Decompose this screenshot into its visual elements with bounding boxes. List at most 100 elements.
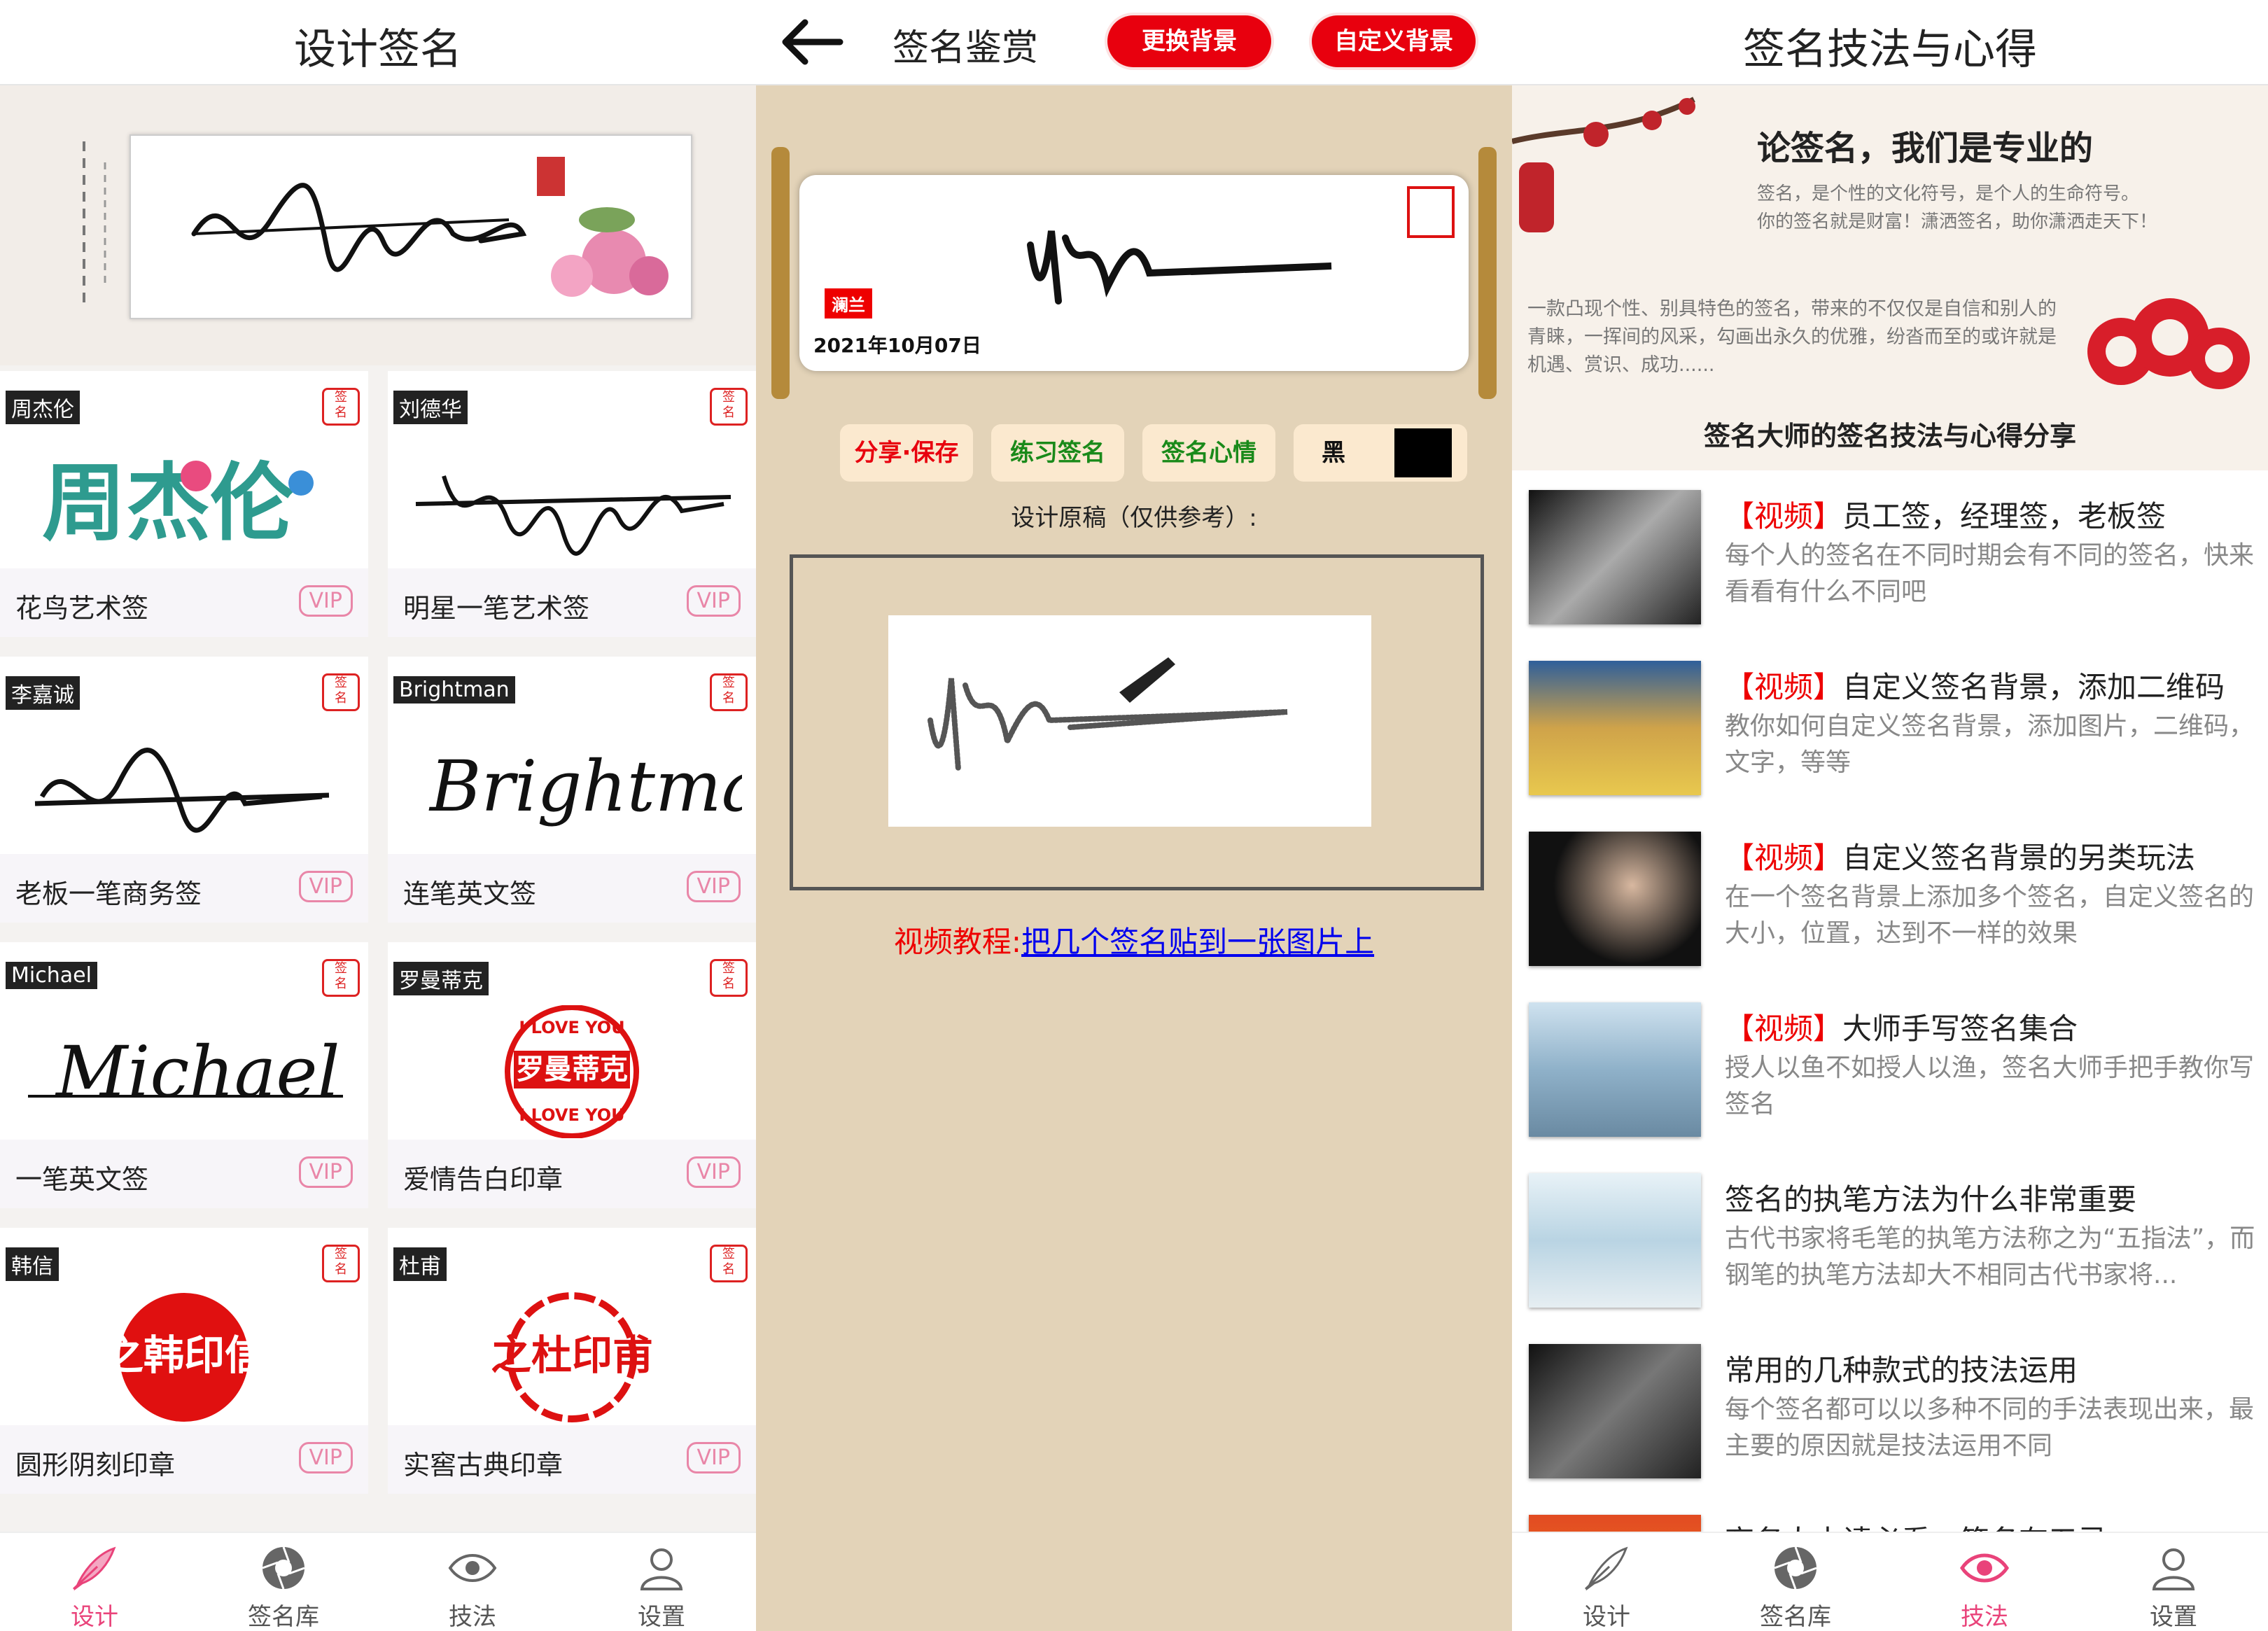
tab-design[interactable]: 设计 <box>1512 1533 1701 1631</box>
template-card[interactable]: 李嘉诚 签名 老板一笔商务签 VIP <box>0 657 368 923</box>
top-bar: 签名鉴赏 更换背景 自定义背景 <box>756 0 1512 85</box>
vip-badge: VIP <box>298 871 353 902</box>
tab-library[interactable]: 签名库 <box>1701 1533 1890 1631</box>
hero-title: 论签名，我们是专业的 <box>1757 129 2094 168</box>
tutorial-prefix: 视频教程: <box>893 925 1022 959</box>
card-footer: 连笔英文签 VIP <box>388 854 756 923</box>
tab-design[interactable]: 设计 <box>0 1533 189 1631</box>
card-artwork: 周杰伦 <box>42 454 314 552</box>
card-artwork <box>415 475 732 556</box>
tab-library[interactable]: 签名库 <box>189 1533 378 1631</box>
change-background-button[interactable]: 更换背景 <box>1107 15 1271 67</box>
art-text: 之韩印信 <box>103 1331 265 1379</box>
article-item[interactable]: 签名的执笔方法为什么非常重要 古代书家将毛笔的执笔方法称之为“五指法”，而钢笔的… <box>1512 1156 2268 1329</box>
custom-background-button[interactable]: 自定义背景 <box>1312 15 1476 67</box>
tab-label: 签名库 <box>248 1603 319 1631</box>
section-title: 签名大师的签名技法与心得分享 <box>1703 421 2076 451</box>
tab-label: 设计 <box>1583 1603 1630 1631</box>
article-item[interactable]: 【视频】自定义签名背景的另类玩法 在一个签名背景上添加多个签名，自定义签名的大小… <box>1512 815 2268 987</box>
color-select-button[interactable]: 黑 <box>1294 424 1467 482</box>
vip-badge: VIP <box>686 1156 741 1188</box>
name-tag: 澜兰 <box>825 288 872 318</box>
art-text: 之杜印甫 <box>491 1331 653 1379</box>
draft-label: 设计原稿（仅供参考）: <box>1011 504 1257 532</box>
aperture-icon <box>262 1546 305 1590</box>
vip-badge: VIP <box>298 1156 353 1188</box>
card-footer: 花鸟艺术签 VIP <box>0 568 368 637</box>
template-card[interactable]: Michael 签名 Michael 一笔英文签 VIP <box>0 942 368 1208</box>
tutorial-line: 视频教程:把几个签名贴到一张图片上 <box>756 918 1512 961</box>
article-item[interactable]: 【视频】员工签，经理签，老板签 每个人的签名在不同时期会有不同的签名，快来看看有… <box>1512 473 2268 645</box>
scroll-rod-left <box>771 147 790 399</box>
back-arrow-icon[interactable] <box>777 14 847 70</box>
mood-button[interactable]: 签名心情 <box>1142 424 1275 482</box>
vip-badge: VIP <box>298 585 353 617</box>
template-card[interactable]: 周杰伦 签名 周杰伦 花鸟艺术签 VIP <box>0 371 368 637</box>
calligraphy-decoration <box>83 141 106 302</box>
tab-settings[interactable]: 设置 <box>2079 1533 2268 1631</box>
card-label: 爱情告白印章 <box>403 1164 564 1195</box>
card-artwork: 之韩印信 <box>103 1293 265 1422</box>
tab-technique[interactable]: 技法 <box>378 1533 567 1631</box>
article-thumbnail <box>1529 661 1701 795</box>
card-artwork: Brightman <box>428 746 742 827</box>
template-card[interactable]: 刘德华 签名 明星一笔艺术签 VIP <box>388 371 756 637</box>
template-card[interactable]: 杜甫 签名 之杜印甫 实窖古典印章 VIP <box>388 1228 756 1494</box>
hero-subtitle: 你的签名就是财富！潇洒签名，助你潇洒走天下！ <box>1757 211 2158 232</box>
tab-settings[interactable]: 设置 <box>567 1533 756 1631</box>
pen-feather-icon <box>72 1546 116 1591</box>
art-text: I LOVE YOU <box>519 1105 624 1125</box>
design-signature-screen: 设计签名 周杰伦 签名 周杰伦 花鸟艺术签 VIP 刘德华 签 名 明星一笔艺术… <box>0 0 756 1631</box>
pen-feather-icon <box>1584 1546 1628 1591</box>
hero-subtitle: 签名，是个性的文化符号，是个人的生命符号。 <box>1757 183 2140 204</box>
tab-label: 签名库 <box>1760 1603 1831 1631</box>
article-title: 签名的执笔方法为什么非常重要 <box>1725 1182 2137 1217</box>
article-thumbnail <box>1529 832 1701 966</box>
vip-badge: VIP <box>686 871 741 902</box>
tutorial-link[interactable]: 把几个签名贴到一张图片上 <box>1021 925 1374 959</box>
bottom-tab-bar: 设计 签名库 技法 设置 <box>1512 1532 2268 1631</box>
template-card[interactable]: 罗曼蒂克 签名 I LOVE YOU 罗曼蒂克 I LOVE YOU 爱情告白印… <box>388 942 756 1208</box>
article-thumbnail <box>1529 490 1701 624</box>
user-icon <box>640 1548 683 1590</box>
eye-icon <box>1959 1553 2010 1583</box>
card-name-tag: 罗曼蒂克 <box>393 962 489 995</box>
banner[interactable] <box>0 85 756 365</box>
top-bar: 签名技法与心得 <box>1512 0 2268 85</box>
card-name-tag: 刘德华 <box>393 391 468 424</box>
article-desc: 教你如何自定义签名背景，添加图片，二维码，文字，等等 <box>1725 712 2255 777</box>
color-swatch <box>1394 428 1452 477</box>
card-footer: 爱情告白印章 VIP <box>388 1140 756 1208</box>
card-artwork <box>34 748 330 833</box>
article-title: 【视频】大师手写签名集合 <box>1725 1011 2078 1046</box>
article-item[interactable]: 常用的几种款式的技法运用 每个签名都可以以多种不同的手法表现出来，最主要的原因就… <box>1512 1327 2268 1499</box>
template-card[interactable]: Brightman 签名 Brightman 连笔英文签 VIP <box>388 657 756 923</box>
draft-frame <box>790 554 1484 890</box>
art-text: I LOVE YOU <box>519 1018 624 1037</box>
page-title: 签名鉴赏 <box>892 27 1039 69</box>
tab-technique[interactable]: 技法 <box>1890 1533 2079 1631</box>
card-artwork: 之杜印甫 <box>491 1292 653 1422</box>
article-title: 【视频】自定义签名背景的另类玩法 <box>1725 841 2196 875</box>
practice-button[interactable]: 练习签名 <box>991 424 1124 482</box>
aperture-icon <box>1774 1546 1817 1590</box>
bottom-tab-bar: 设计 签名库 技法 设置 <box>0 1532 756 1631</box>
draft-signature-artwork <box>927 657 1288 772</box>
share-save-button[interactable]: 分享·保存 <box>840 424 973 482</box>
article-title: 常用的几种款式的技法运用 <box>1725 1353 2078 1387</box>
tab-label: 设置 <box>638 1603 685 1631</box>
art-text: Michael <box>55 1031 340 1113</box>
template-card[interactable]: 韩信 签名 之韩印信 圆形阴刻印章 VIP <box>0 1228 368 1494</box>
article-desc: 在一个签名背景上添加多个签名，自定义签名的大小，位置，达到不一样的效果 <box>1725 883 2255 948</box>
article-thumbnail <box>1529 1173 1701 1308</box>
article-desc: 每个签名都可以以多种不同的手法表现出来，最主要的原因就是技法运用不同 <box>1725 1395 2255 1460</box>
seal-icon: 签名 <box>710 388 748 426</box>
scroll-rod-right <box>1478 147 1497 399</box>
article-item[interactable]: 【视频】自定义签名背景，添加二维码 教你如何自定义签名背景，添加图片，二维码，文… <box>1512 644 2268 816</box>
article-desc: 授人以鱼不如授人以渔，签名大师手把手教你写签名 <box>1725 1054 2255 1119</box>
article-item[interactable]: 【视频】大师手写签名集合 授人以鱼不如授人以渔，签名大师手把手教你写签名 <box>1512 986 2268 1158</box>
card-name-tag: 李嘉诚 <box>6 676 80 710</box>
technique-screen: 签名技法与心得 论签名，我们是专业的 签名，是个性的文化符号，是个人的生命符号。… <box>1512 0 2268 1631</box>
article-thumbnail <box>1529 1002 1701 1137</box>
card-label: 连笔英文签 <box>403 878 537 909</box>
